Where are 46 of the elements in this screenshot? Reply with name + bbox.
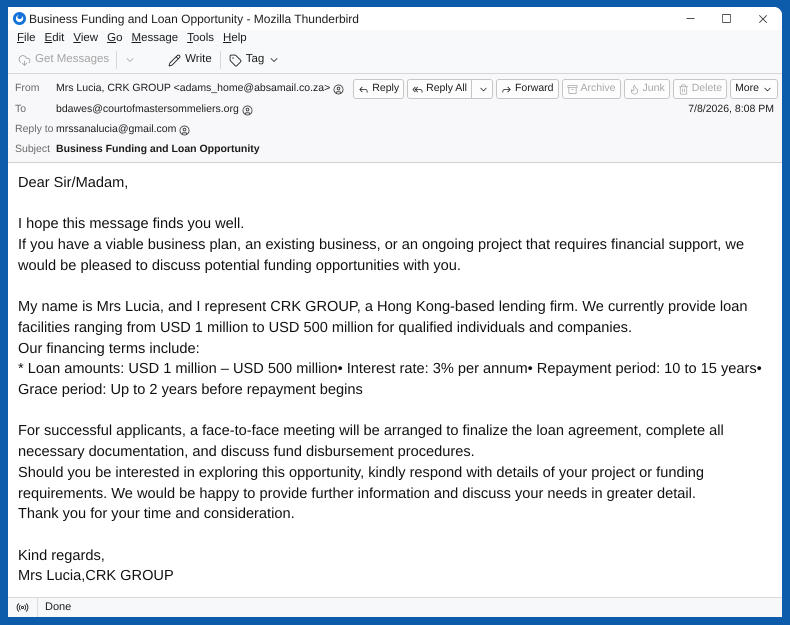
menu-item[interactable]: File [13, 32, 40, 44]
field-label: Subject [15, 142, 52, 158]
contact-icon[interactable] [179, 124, 190, 136]
menu-item[interactable]: Tools [183, 32, 218, 44]
action-button[interactable]: Forward [496, 79, 558, 99]
subject-text: Business Funding and Loan Opportunity [56, 142, 260, 158]
message-text: Thank you for your time and consideration. [18, 505, 296, 524]
app-logo-icon [13, 12, 26, 25]
address-text[interactable]: bdawes@courtofmastersommeliers.org [56, 102, 239, 118]
message-text: * Loan amounts: USD 1 million – USD 500 million• Interest rate: 3% per annum• Repayment period: 10 to 15 years• Grace period: Up to 2 years before repayment begins [18, 360, 763, 400]
online-status-icon [16, 601, 29, 614]
tag-icon [228, 54, 242, 66]
message-text: Mrs Lucia,CRK GROUP [18, 567, 175, 586]
address-text[interactable]: Mrs Lucia, CRK GROUP <adams_home@absamail.co.za> [56, 81, 330, 97]
field-label: To [15, 102, 28, 118]
menu-item[interactable]: Message [127, 32, 182, 44]
address-text[interactable]: mrssanalucia@gmail.com [56, 122, 176, 138]
message-text: I hope this message finds you well. [18, 215, 246, 234]
message-text: Dear Sir/Madam, [18, 174, 130, 193]
message-text: Our financing terms include: [18, 340, 201, 359]
contact-icon[interactable] [333, 84, 344, 94]
menu-item[interactable]: Go [103, 32, 126, 44]
toolbar-button[interactable]: Tag [224, 50, 284, 70]
message-text: My name is Mrs Lucia, and I represent CRK GROUP, a Hong Kong-based lending firm. We currently provide loan facilities ranging from USD 1 million to USD 500 million for qualified individuals and companies. [18, 298, 748, 338]
field-label: Reply to [15, 122, 55, 138]
message-text: For successful applicants, a face-to-face meeting will be arranged to finalize the loan agreement, complete all necessary documentation, and discuss fund disbursement procedures. [18, 422, 725, 462]
contact-icon[interactable] [242, 104, 253, 116]
message-text: Kind regards, [18, 546, 106, 566]
status-text: Done [45, 600, 72, 616]
menu-item[interactable]: Edit [40, 32, 68, 44]
action-button[interactable]: Reply [353, 79, 404, 99]
maximize-icon [720, 13, 732, 24]
message-text: Should you be interested in exploring this opportunity, kindly respond with details of your project or funding requirements. We would be happy to provide further information and discuss your needs in greater detail. [18, 464, 706, 504]
pencil-icon [168, 54, 182, 66]
window-title: Business Funding and Loan Opportunity - Mozilla Thunderbird [29, 12, 359, 24]
cloud-download-icon [18, 54, 31, 66]
menu-item[interactable]: Help [219, 32, 251, 44]
menu-item[interactable]: View [69, 32, 102, 44]
field-label: From [15, 81, 40, 96]
trash-icon [678, 84, 689, 94]
toolbar-button[interactable]: Write [164, 50, 216, 70]
more-button[interactable]: More [730, 79, 778, 99]
flame-icon [628, 84, 640, 94]
message-text: If you have a viable business plan, an existing business, or an ongoing project that requires financial support, we would be pleased to discuss potential funding opportunities with you. [18, 236, 746, 276]
archive-icon [566, 84, 578, 94]
date-text: 7/8/2026, 8:08 PM [688, 102, 774, 118]
